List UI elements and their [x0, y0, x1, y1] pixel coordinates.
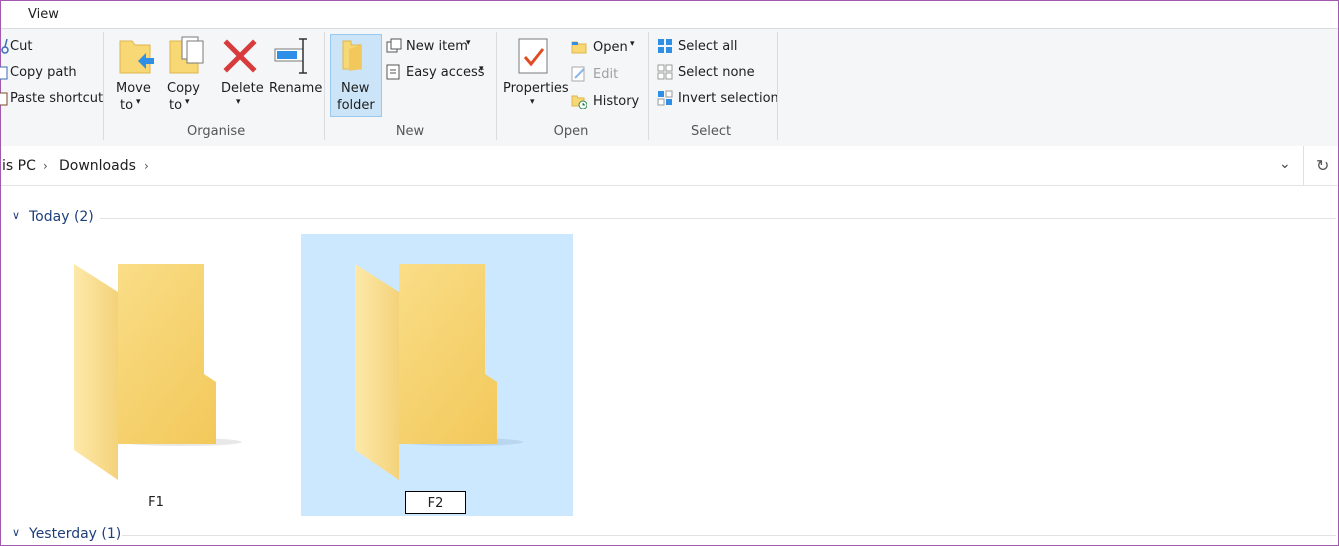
select-none-icon [657, 64, 673, 80]
group-label-organise: Organise [187, 124, 246, 139]
group-today-label: Today (2) [29, 209, 94, 225]
history-label: History [593, 94, 640, 109]
folder-name-f1: F1 [148, 495, 164, 510]
dropdown-arrow-icon: ▾ [185, 97, 190, 107]
easy-access-icon [386, 64, 400, 80]
separator [1303, 146, 1304, 185]
cut-label: Cut [10, 39, 33, 54]
breadcrumb-downloads[interactable]: Downloads [59, 158, 136, 174]
select-all-label: Select all [678, 39, 738, 54]
dropdown-arrow-icon: ▾ [466, 38, 471, 48]
copy-to-label-1: Copy [167, 81, 200, 96]
new-folder-label-1: New [341, 81, 370, 96]
history-dropdown-chevron-icon[interactable]: ⌄ [1279, 156, 1291, 172]
folder-icon [74, 264, 242, 480]
group-label-open: Open [553, 124, 589, 139]
breadcrumb-this-pc[interactable]: is PC [2, 158, 36, 174]
breadcrumb-chevron-icon[interactable]: › [144, 159, 149, 173]
ribbon: Cut Copy path Paste shortcut Move to ▾ C… [0, 28, 1338, 147]
separator [496, 32, 497, 140]
folder-tile-f1[interactable]: F1 [20, 234, 292, 516]
separator [103, 32, 104, 140]
separator [648, 32, 649, 140]
new-folder-icon [342, 40, 362, 71]
properties-icon [518, 38, 548, 74]
move-to-label-1: Move [116, 81, 151, 96]
paste-shortcut-icon [0, 92, 8, 106]
rename-label: Rename [269, 81, 323, 96]
history-icon [571, 95, 587, 109]
dropdown-arrow-icon: ▾ [530, 97, 535, 107]
folder-icon [355, 264, 523, 480]
address-bar[interactable]: is PC › Downloads › ⌄ ↻ [1, 146, 1338, 186]
dropdown-arrow-icon: ▾ [630, 39, 635, 49]
group-label-select: Select [691, 124, 732, 139]
collapse-chevron-icon[interactable]: ∨ [12, 526, 20, 539]
new-item-label: New item [406, 39, 468, 54]
new-item-icon [386, 38, 402, 53]
paste-shortcut-label: Paste shortcut [10, 91, 104, 106]
group-label-new: New [395, 124, 425, 139]
properties-label: Properties [503, 81, 569, 96]
delete-x-icon [223, 39, 257, 73]
dropdown-arrow-icon: ▾ [136, 97, 141, 107]
group-divider [100, 218, 1336, 219]
scissors-icon [1, 38, 9, 54]
breadcrumb-chevron-icon[interactable]: › [43, 159, 48, 173]
copy-path-icon [0, 66, 8, 80]
refresh-icon[interactable]: ↻ [1316, 156, 1329, 175]
invert-selection-label: Invert selection [678, 91, 779, 106]
copy-to-icon [169, 36, 204, 74]
folder-tile-f2[interactable] [301, 234, 573, 516]
delete-label: Delete [221, 81, 264, 96]
copy-to-label-2: to [169, 98, 183, 113]
copy-path-label: Copy path [10, 65, 77, 80]
easy-access-label: Easy access [406, 65, 485, 80]
rename-input-f2[interactable]: F2 [405, 491, 466, 514]
edit-icon [571, 66, 585, 82]
separator [324, 32, 325, 140]
dropdown-arrow-icon: ▾ [479, 64, 484, 74]
ribbon-tabs: View [1, 1, 1338, 28]
new-folder-label-2: folder [337, 98, 375, 113]
open-label: Open [593, 40, 628, 55]
group-divider [122, 535, 1336, 536]
group-yesterday-label: Yesterday (1) [29, 526, 122, 542]
open-folder-icon [571, 41, 587, 54]
dropdown-arrow-icon: ▾ [236, 97, 241, 107]
edit-label: Edit [593, 67, 619, 82]
select-none-label: Select none [678, 65, 755, 80]
rename-icon [274, 38, 307, 74]
collapse-chevron-icon[interactable]: ∨ [12, 209, 20, 222]
separator [777, 32, 778, 140]
move-to-label-2: to [120, 98, 134, 113]
move-to-icon [119, 40, 154, 74]
select-all-icon [658, 39, 672, 53]
tab-view[interactable]: View [28, 7, 59, 22]
invert-selection-icon [657, 90, 673, 106]
